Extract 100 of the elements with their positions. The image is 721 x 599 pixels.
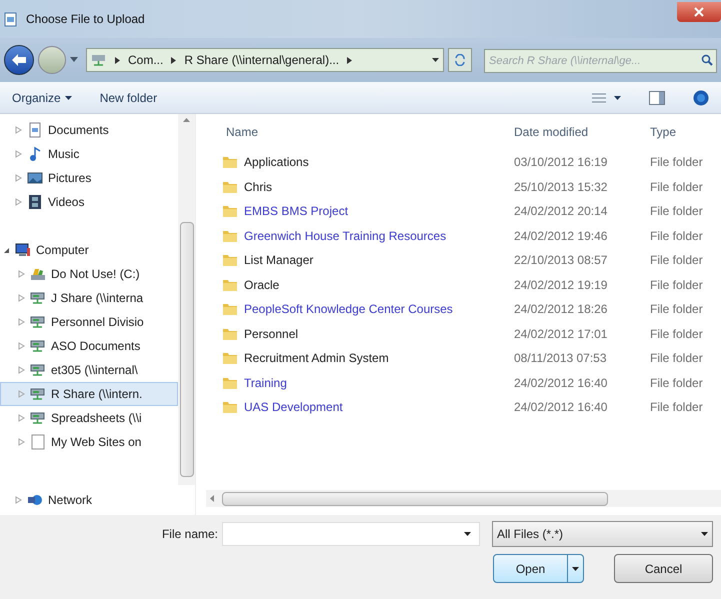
file-name: PeopleSoft Knowledge Center Courses	[244, 301, 453, 318]
collapsed-arrow-icon[interactable]	[15, 126, 22, 134]
collapsed-arrow-icon[interactable]	[18, 414, 25, 422]
scrollbar[interactable]	[178, 114, 195, 485]
breadcrumb-arrow-icon[interactable]	[115, 56, 120, 64]
open-button[interactable]: Open	[493, 554, 584, 583]
date-modified: 24/02/2012 19:46	[514, 228, 608, 245]
nav-item[interactable]: ASO Documents	[0, 334, 178, 358]
nav-label: Pictures	[48, 170, 92, 187]
breadcrumb-arrow-icon[interactable]	[347, 56, 352, 64]
file-name: Training	[244, 374, 287, 392]
date-modified: 08/11/2013 07:53	[514, 350, 608, 368]
file-row[interactable]: Greenwich House Training Resources 24/02/2012 19:46 File folder	[206, 224, 721, 248]
horizontal-scrollbar[interactable]	[206, 490, 721, 507]
file-type: File folder	[650, 301, 703, 318]
nav-label: Do Not Use! (C:)	[51, 266, 140, 283]
close-icon	[694, 7, 704, 17]
nav-item[interactable]: My Web Sites on	[0, 430, 178, 454]
scroll-thumb[interactable]	[222, 492, 608, 506]
scroll-thumb[interactable]	[180, 222, 194, 477]
organize-button[interactable]: Organize	[12, 88, 72, 106]
nav-item[interactable]: Spreadsheets (\\i	[0, 406, 178, 430]
file-name: EMBS BMS Project	[244, 203, 348, 220]
history-dropdown-icon[interactable]	[70, 57, 78, 63]
nav-label: Music	[48, 146, 80, 163]
collapsed-arrow-icon[interactable]	[18, 438, 25, 446]
nav-item[interactable]: Music	[0, 142, 178, 166]
file-row[interactable]: Oracle 24/02/2012 19:19 File folder	[206, 272, 721, 297]
network-drive-icon	[30, 362, 46, 378]
collapsed-arrow-icon[interactable]	[15, 150, 22, 158]
view-menu-button[interactable]	[592, 92, 621, 104]
help-icon[interactable]	[693, 90, 709, 106]
breadcrumb[interactable]: Com...	[128, 51, 164, 69]
blank-page-icon	[30, 434, 46, 450]
dropdown-arrow-icon[interactable]	[464, 532, 471, 536]
file-row[interactable]: UAS Development 24/02/2012 16:40 File folder	[206, 395, 721, 420]
nav-item[interactable]: Pictures	[0, 166, 178, 190]
expanded-arrow-icon[interactable]	[3, 246, 10, 254]
file-type: File folder	[650, 399, 703, 416]
nav-item[interactable]: Do Not Use! (C:)	[0, 262, 178, 286]
collapsed-arrow-icon[interactable]	[15, 496, 22, 504]
file-name: Applications	[244, 154, 309, 172]
file-row[interactable]: Recruitment Admin System 08/11/2013 07:53 File folder	[206, 346, 721, 370]
scroll-up-icon[interactable]	[183, 118, 190, 122]
date-modified: 24/02/2012 17:01	[514, 326, 608, 343]
collapsed-arrow-icon[interactable]	[18, 342, 25, 350]
date-modified: 24/02/2012 20:14	[514, 203, 608, 220]
file-type: File folder	[650, 203, 703, 220]
file-name: UAS Development	[244, 399, 343, 416]
file-type-dropdown[interactable]: All Files (*.*)	[492, 521, 713, 547]
collapsed-arrow-icon[interactable]	[18, 294, 25, 302]
nav-label: Computer	[36, 242, 89, 259]
file-name-field[interactable]	[222, 522, 480, 546]
nav-item[interactable]: Documents	[0, 118, 178, 142]
back-button[interactable]	[4, 45, 34, 75]
file-row[interactable]: List Manager 22/10/2013 08:57 File folder	[206, 248, 721, 272]
details-view-icon	[592, 92, 606, 104]
date-modified: 24/02/2012 16:40	[514, 399, 608, 416]
file-row[interactable]: Applications 03/10/2012 16:19 File folder	[206, 150, 721, 174]
search-field[interactable]: Search R Share (\\internal\ge...	[484, 48, 717, 72]
collapsed-arrow-icon[interactable]	[15, 174, 22, 182]
nav-item[interactable]: J Share (\\interna	[0, 286, 178, 310]
folder-icon	[222, 203, 238, 220]
nav-item[interactable]: Network	[0, 488, 195, 512]
dropdown-arrow-icon[interactable]	[432, 58, 439, 62]
collapsed-arrow-icon[interactable]	[15, 198, 22, 206]
collapsed-arrow-icon[interactable]	[18, 318, 25, 326]
date-modified: 25/10/2013 15:32	[514, 178, 608, 196]
column-header[interactable]: Name	[206, 123, 514, 141]
close-button[interactable]	[677, 2, 721, 22]
file-name: Greenwich House Training Resources	[244, 228, 446, 245]
picture-icon	[27, 170, 43, 186]
file-row[interactable]: PeopleSoft Knowledge Center Courses 24/02/2012 18:26 File folder	[206, 297, 721, 322]
new-folder-button[interactable]: New folder	[100, 88, 158, 106]
file-row[interactable]: Chris 25/10/2013 15:32 File folder	[206, 174, 721, 199]
collapsed-arrow-icon[interactable]	[18, 270, 25, 278]
date-modified: 24/02/2012 19:19	[514, 276, 608, 294]
dropdown-arrow-icon[interactable]	[572, 566, 579, 570]
collapsed-arrow-icon[interactable]	[18, 390, 25, 398]
computer-icon	[15, 242, 31, 258]
nav-item[interactable]: Videos	[0, 190, 178, 214]
refresh-button[interactable]	[448, 48, 472, 72]
collapsed-arrow-icon[interactable]	[18, 366, 25, 374]
nav-item[interactable]: et305 (\\internal\	[0, 358, 178, 382]
scroll-left-icon[interactable]	[210, 495, 214, 502]
nav-item[interactable]: Personnel Divisio	[0, 310, 178, 334]
file-row[interactable]: Training 24/02/2012 16:40 File folder	[206, 370, 721, 395]
nav-item[interactable]: Computer	[0, 238, 178, 262]
column-header[interactable]: Date modified	[514, 123, 650, 141]
preview-pane-icon[interactable]	[649, 90, 665, 104]
file-row[interactable]: Personnel 24/02/2012 17:01 File folder	[206, 322, 721, 346]
breadcrumb-arrow-icon[interactable]	[171, 56, 176, 64]
column-header[interactable]: Type	[650, 123, 676, 141]
file-row[interactable]: EMBS BMS Project 24/02/2012 20:14 File folder	[206, 199, 721, 224]
file-type: File folder	[650, 252, 703, 270]
address-bar[interactable]: Com... R Share (\\internal\general)...	[86, 48, 444, 72]
file-name: Chris	[244, 178, 272, 196]
breadcrumb[interactable]: R Share (\\internal\general)...	[184, 51, 340, 69]
cancel-button[interactable]: Cancel	[614, 554, 713, 583]
nav-item[interactable]: R Share (\\intern.	[0, 382, 178, 406]
